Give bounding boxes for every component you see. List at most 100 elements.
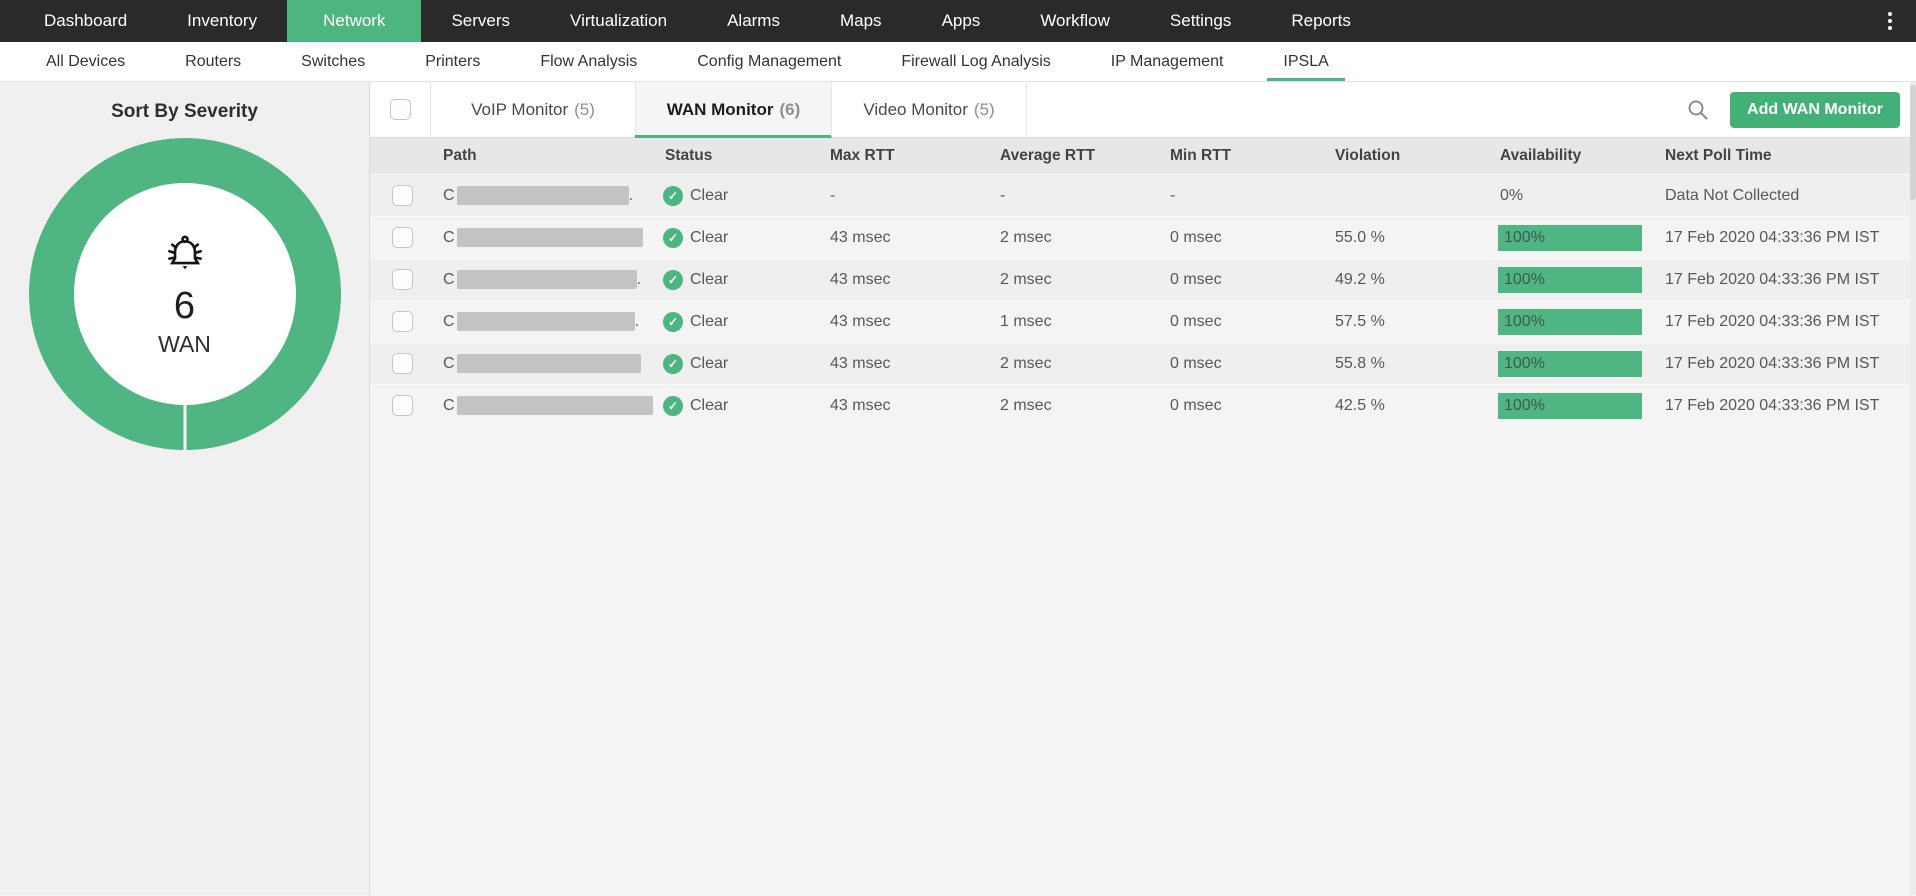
max-rtt-cell: 43 msec (830, 312, 891, 330)
max-rtt-cell: 43 msec (830, 396, 891, 414)
tab-label: WAN Monitor (666, 99, 774, 119)
status-text: Clear (690, 186, 729, 204)
subnav-item-routers[interactable]: Routers (155, 42, 271, 81)
redacted-path-block (456, 396, 653, 415)
availability-cell: 100% (1490, 350, 1655, 377)
add-wan-monitor-button[interactable]: Add WAN Monitor (1730, 91, 1900, 128)
monitor-tabstrip: VoIP Monitor (5) WAN Monitor (6) Video Monit… (370, 82, 1916, 138)
table-row[interactable]: C. ✓ Clear - - - 0% Data Not Collected (370, 174, 1916, 216)
subnav-item-config-management[interactable]: Config Management (667, 42, 871, 81)
search-icon[interactable] (1686, 98, 1710, 122)
status-text: Clear (690, 354, 729, 372)
subnav-item-all-devices[interactable]: All Devices (16, 42, 155, 81)
availability-value: 100% (1504, 312, 1545, 330)
availability-bar: 100% (1498, 350, 1642, 377)
path-cell: C (435, 228, 655, 247)
status-text: Clear (690, 396, 729, 414)
min-rtt-cell: 0 msec (1170, 312, 1222, 330)
row-checkbox[interactable] (392, 353, 413, 374)
path-text: C (443, 270, 455, 288)
scrollbar-thumb[interactable] (1910, 85, 1916, 200)
min-rtt-cell: 0 msec (1170, 354, 1222, 372)
sidebar-title: Sort By Severity (111, 101, 258, 122)
subnav-item-ip-management[interactable]: IP Management (1081, 42, 1254, 81)
severity-count: 6 (173, 285, 196, 327)
availability-cell: 100% (1490, 266, 1655, 293)
table-row[interactable]: C ✓ Clear 43 msec 2 msec 0 msec 42.5 % 100% 17 F… (370, 384, 1916, 426)
column-header-status: Status (665, 147, 713, 164)
tab-count: (5) (574, 99, 595, 119)
topnav-item-apps[interactable]: Apps (912, 0, 1011, 42)
row-checkbox[interactable] (392, 227, 413, 248)
avg-rtt-cell: 2 msec (1000, 354, 1052, 372)
topnav-item-virtualization[interactable]: Virtualization (540, 0, 697, 42)
topnav-item-workflow[interactable]: Workflow (1010, 0, 1140, 42)
status-cell: ✓ Clear (655, 227, 820, 248)
next-poll-cell: 17 Feb 2020 04:33:36 PM IST (1665, 228, 1880, 246)
row-checkbox[interactable] (392, 311, 413, 332)
next-poll-cell: 17 Feb 2020 04:33:36 PM IST (1665, 270, 1880, 288)
topnav-item-reports[interactable]: Reports (1261, 0, 1381, 42)
availability-cell: 100% (1490, 308, 1655, 335)
redacted-path-block (456, 270, 637, 289)
status-cell: ✓ Clear (655, 311, 820, 332)
max-rtt-cell: 43 msec (830, 270, 891, 288)
sub-navbar: All Devices Routers Switches Printers Flow A… (0, 42, 1916, 82)
row-checkbox-cell (370, 311, 435, 332)
availability-cell: 0% (1490, 187, 1655, 205)
row-checkbox[interactable] (392, 185, 413, 206)
select-all-checkbox[interactable] (389, 99, 411, 120)
row-checkbox-cell (370, 269, 435, 290)
severity-donut[interactable]: 6 WAN (28, 138, 341, 450)
status-clear-icon: ✓ (663, 269, 683, 290)
tab-video-monitor[interactable]: Video Monitor (5) (831, 82, 1027, 137)
subnav-item-flow-analysis[interactable]: Flow Analysis (510, 42, 667, 81)
subnav-item-firewall-log-analysis[interactable]: Firewall Log Analysis (871, 42, 1080, 81)
subnav-item-ipsla[interactable]: IPSLA (1253, 42, 1358, 81)
topnav-item-settings[interactable]: Settings (1140, 0, 1261, 42)
avg-rtt-cell: - (1000, 186, 1006, 204)
table-row[interactable]: C. ✓ Clear 43 msec 2 msec 0 msec 49.2 % 100% 17 … (370, 258, 1916, 300)
row-checkbox-cell (370, 227, 435, 248)
row-checkbox[interactable] (392, 269, 413, 290)
vertical-scrollbar[interactable] (1910, 82, 1916, 895)
topnav-item-maps[interactable]: Maps (810, 0, 912, 42)
status-text: Clear (690, 228, 729, 246)
status-cell: ✓ Clear (655, 395, 820, 416)
tabstrip-actions: Add WAN Monitor (1686, 82, 1916, 137)
donut-segment-divider (183, 403, 186, 450)
status-clear-icon: ✓ (663, 353, 683, 374)
topnav-item-servers[interactable]: Servers (421, 0, 540, 42)
row-checkbox-cell (370, 353, 435, 374)
table-row[interactable]: C ✓ Clear 43 msec 2 msec 0 msec 55.8 % 100% 17 F… (370, 342, 1916, 384)
next-poll-cell: 17 Feb 2020 04:33:36 PM IST (1665, 312, 1880, 330)
row-checkbox[interactable] (392, 395, 413, 416)
status-clear-icon: ✓ (663, 185, 683, 206)
status-cell: ✓ Clear (655, 353, 820, 374)
topnav-item-network[interactable]: Network (287, 0, 422, 42)
table-row[interactable]: C ✓ Clear 43 msec 2 msec 0 msec 55.0 % 100% 17 F… (370, 216, 1916, 258)
tab-voip-monitor[interactable]: VoIP Monitor (5) (430, 82, 635, 137)
topnav-item-alarms[interactable]: Alarms (697, 0, 810, 42)
path-text: C (443, 186, 455, 204)
availability-bar: 100% (1498, 266, 1642, 293)
redacted-path-block (456, 312, 635, 331)
violation-cell: 49.2 % (1335, 270, 1385, 288)
severity-label: WAN (158, 331, 211, 357)
violation-cell: 55.8 % (1335, 354, 1385, 372)
topnav-item-dashboard[interactable]: Dashboard (14, 0, 157, 42)
availability-value: 100% (1504, 228, 1545, 246)
table-row[interactable]: C. ✓ Clear 43 msec 1 msec 0 msec 57.5 % 100% 17 … (370, 300, 1916, 342)
row-checkbox-cell (370, 395, 435, 416)
tab-count: (6) (779, 99, 801, 119)
subnav-item-printers[interactable]: Printers (395, 42, 510, 81)
row-checkbox-cell (370, 185, 435, 206)
path-cell: C (435, 354, 655, 373)
availability-cell: 100% (1490, 224, 1655, 251)
column-header-next-poll-time: Next Poll Time (1665, 147, 1772, 164)
subnav-item-switches[interactable]: Switches (271, 42, 395, 81)
kebab-menu-icon[interactable] (1888, 12, 1892, 30)
tab-wan-monitor[interactable]: WAN Monitor (6) (635, 82, 832, 138)
topnav-item-inventory[interactable]: Inventory (157, 0, 287, 42)
path-cell: C. (435, 312, 655, 331)
